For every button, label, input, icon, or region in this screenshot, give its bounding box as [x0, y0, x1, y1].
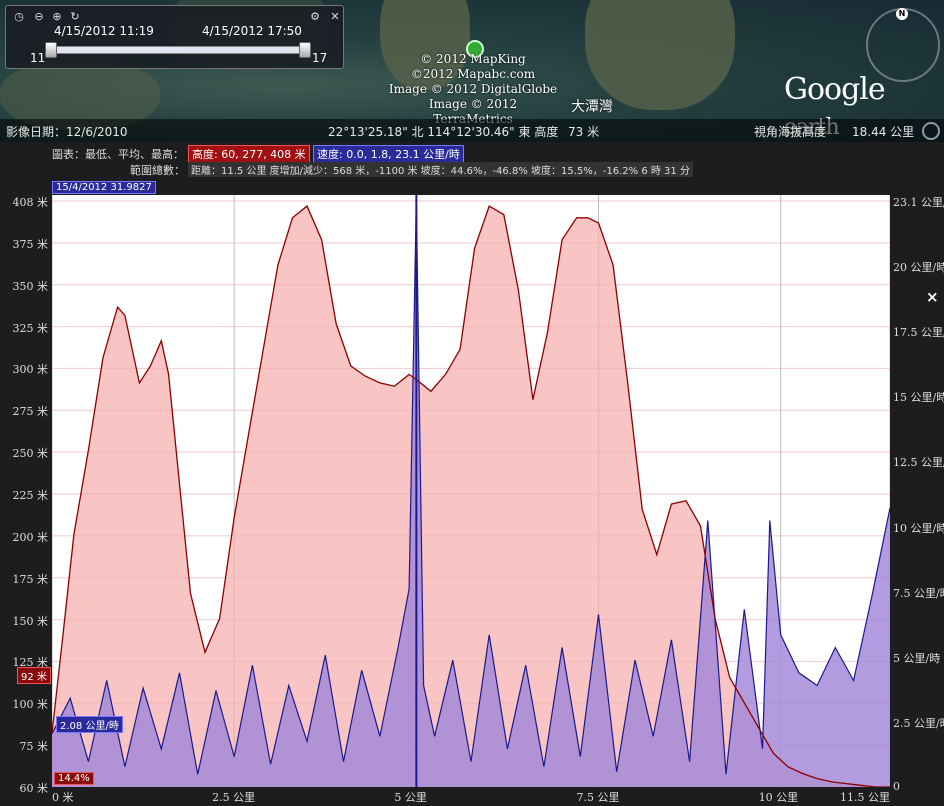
- eye-alt-label: 視角海拔高度: [754, 125, 827, 139]
- x-tick: 0 米: [52, 791, 74, 804]
- speed-legend[interactable]: 速度: 0.0, 1.8, 23.1 公里/時: [313, 145, 464, 163]
- close-profile-button[interactable]: ×: [926, 288, 939, 306]
- y-right-tick: 10 公里/時: [893, 521, 944, 535]
- y-right-tick: 17.5 公里/時: [893, 326, 944, 340]
- y-left-tick: 250 米: [12, 447, 49, 461]
- end-hour: 17: [312, 51, 328, 65]
- y-left-tick: 100 米: [12, 698, 49, 712]
- imagery-credits: © 2012 MapKing ©2012 Mapabc.com Image © …: [388, 52, 558, 127]
- start-handle[interactable]: [45, 42, 57, 58]
- cursor-grade: 14.4%: [54, 772, 94, 785]
- north-icon[interactable]: N: [896, 8, 908, 20]
- y-right-tick: 23.1 公里/時: [893, 196, 944, 209]
- y-right-tick: 2.5 公里/時: [893, 716, 944, 730]
- place-label[interactable]: 大潭灣: [571, 96, 613, 116]
- y-left-tick: 125 米: [12, 656, 49, 670]
- map-view[interactable]: ◷ ⊖ ⊕ ↻ ⚙ ✕ 4/15/2012 11:19 4/15/2012 17…: [0, 0, 944, 142]
- y-right-tick: 12.5 公里/時: [893, 456, 944, 470]
- y-left-tick: 275 米: [12, 405, 49, 419]
- logo-text: Google: [784, 72, 886, 107]
- range-stats: 距離：11.5 公里 度增加/減少：568 米，-1100 米 坡度：44.6%…: [188, 162, 693, 177]
- imagery-date: 影像日期：12/6/2010: [6, 125, 128, 139]
- elevation-legend[interactable]: 高度: 60, 277, 408 米: [188, 145, 310, 163]
- refresh-icon[interactable]: ↻: [68, 10, 82, 24]
- coordinates: 22°13'25.18" 北 114°12'30.46" 東 高度: [328, 125, 559, 139]
- credit-line: © 2012 MapKing: [420, 52, 526, 66]
- x-tick: 10 公里: [758, 791, 799, 804]
- y-left-tick: 175 米: [12, 572, 49, 586]
- nav-toggle-icon[interactable]: [922, 122, 940, 140]
- y-left-tick: 350 米: [12, 279, 49, 293]
- time-slider[interactable]: [45, 42, 311, 58]
- status-bar: 影像日期：12/6/2010 22°13'25.18" 北 114°12'30.…: [0, 119, 944, 142]
- chart-svg[interactable]: [52, 195, 890, 787]
- x-tick: 5 公里: [394, 791, 427, 804]
- legend-label: 圖表：最低、平均、最高：: [52, 148, 184, 161]
- y-left-tick: 375 米: [12, 237, 49, 251]
- y-right-tick: 20 公里/時: [893, 261, 944, 275]
- x-tick: 11.5 公里: [840, 791, 890, 804]
- credit-line: Image © 2012 DigitalGlobe: [388, 82, 558, 96]
- end-time: 4/15/2012 17:50: [202, 24, 302, 38]
- zoom-in-icon[interactable]: ⊕: [50, 10, 64, 24]
- end-handle[interactable]: [299, 42, 311, 58]
- credit-line: ©2012 Mapabc.com: [410, 67, 536, 81]
- navigation-compass[interactable]: N: [866, 8, 940, 82]
- x-tick: 2.5 公里: [212, 791, 256, 804]
- altitude: 73 米: [568, 125, 600, 139]
- elevation-speed-chart[interactable]: [52, 195, 890, 787]
- y-left-tick: 200 米: [12, 530, 49, 544]
- y-right-tick: 15 公里/時: [893, 391, 944, 405]
- y-right-tick: 5 公里/時: [893, 651, 941, 665]
- time-slider-panel: ◷ ⊖ ⊕ ↻ ⚙ ✕ 4/15/2012 11:19 4/15/2012 17…: [5, 5, 344, 69]
- y-left-tick: 408 米: [12, 196, 49, 209]
- y-left-tick: 75 米: [19, 740, 49, 754]
- y-left-tick: 60 米: [19, 782, 49, 795]
- wrench-icon[interactable]: ⚙: [308, 10, 322, 24]
- y-right-tick: 0: [893, 780, 900, 793]
- y-left-tick: 325 米: [12, 321, 49, 335]
- cursor-timestamp: 15/4/2012 31.9827: [52, 181, 156, 194]
- y-left-tick: 300 米: [12, 363, 49, 377]
- y-left-tick: 225 米: [12, 489, 49, 502]
- y-left-tick: 150 米: [12, 614, 49, 628]
- start-hour: 11: [30, 51, 46, 65]
- clock-icon[interactable]: ◷: [12, 10, 26, 24]
- range-label: 範圍總數：: [130, 164, 185, 177]
- close-icon[interactable]: ✕: [328, 10, 342, 24]
- x-tick: 7.5 公里: [576, 791, 620, 804]
- cursor-speed: 2.08 公里/時: [56, 716, 123, 733]
- eye-alt: 18.44 公里: [852, 125, 915, 139]
- y-right-tick: 7.5 公里/時: [893, 586, 944, 600]
- start-time: 4/15/2012 11:19: [54, 24, 154, 38]
- zoom-out-icon[interactable]: ⊖: [32, 10, 46, 24]
